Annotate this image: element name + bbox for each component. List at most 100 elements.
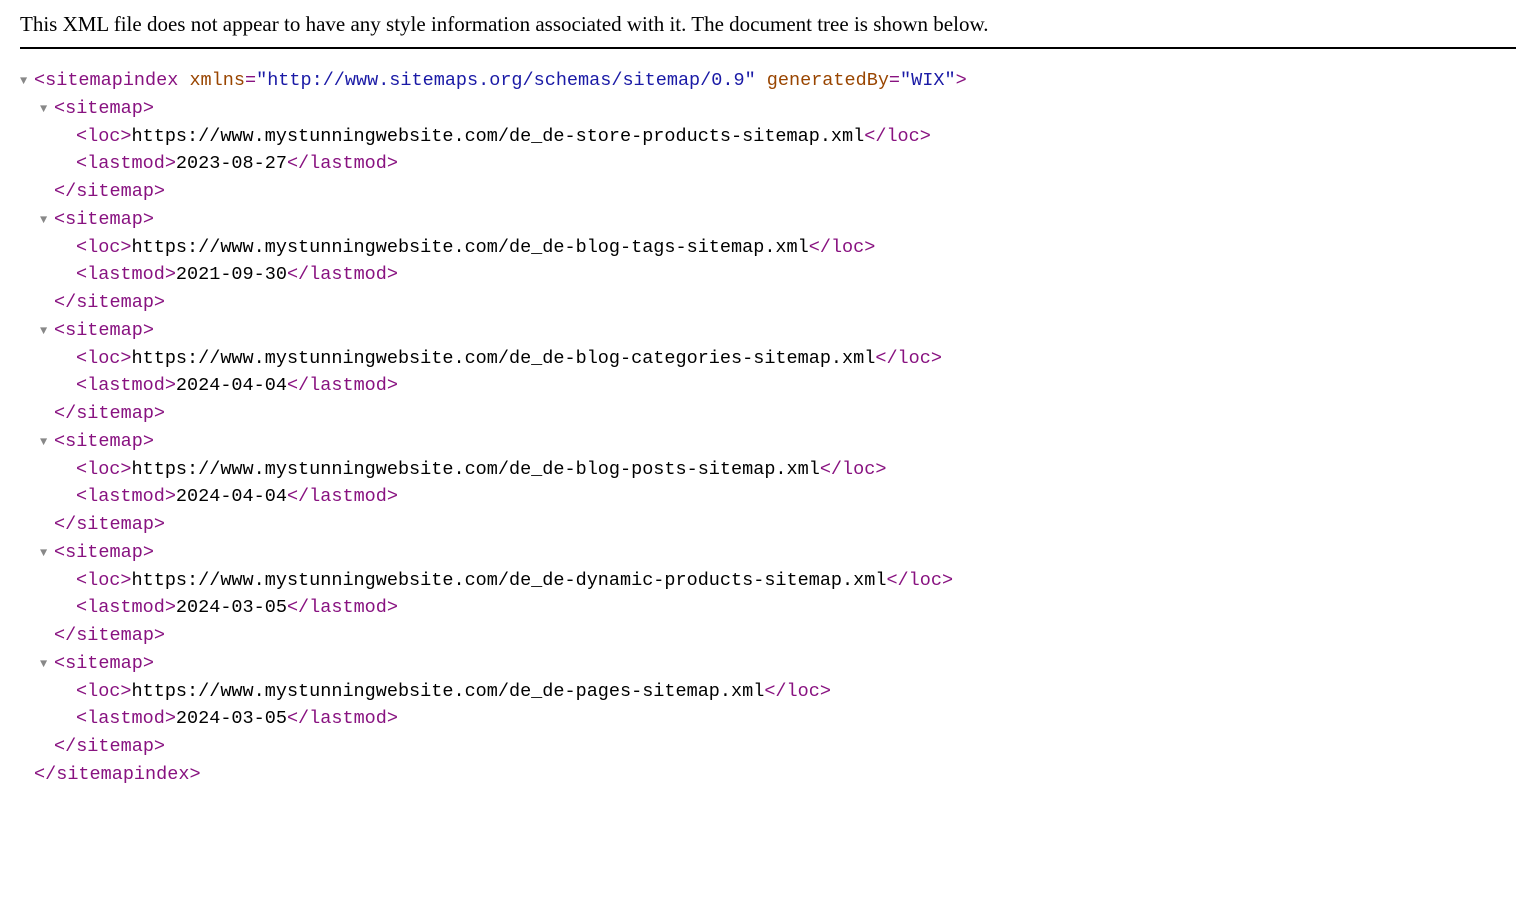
sitemap-open-tag: <sitemap> [54,653,154,674]
loc-open-tag: <loc> [76,237,132,258]
root-open-line: <sitemapindex xmlns="http://www.sitemaps… [20,67,1516,95]
lastmod-line: <lastmod>2024-03-05</lastmod> [20,705,1516,733]
sitemap-entry: <sitemap> <loc>https://www.mystunningwebs… [20,95,1516,206]
loc-open-tag: <loc> [76,570,132,591]
loc-open-tag: <loc> [76,348,132,369]
loc-value: https://www.mystunningwebsite.com/de_de-… [132,348,876,369]
sitemap-open-tag: <sitemap> [54,209,154,230]
sitemap-close-tag: </sitemap> [54,625,165,646]
lastmod-close-tag: </lastmod> [287,153,398,174]
loc-line: <loc>https://www.mystunningwebsite.com/d… [20,456,1516,484]
sitemap-close-tag: </sitemap> [54,514,165,535]
sitemap-open-line: <sitemap> [20,206,1516,234]
loc-line: <loc>https://www.mystunningwebsite.com/d… [20,678,1516,706]
sitemap-close-line: </sitemap> [20,622,1516,650]
sitemap-open-line: <sitemap> [20,317,1516,345]
loc-close-tag: </loc> [875,348,942,369]
lastmod-value: 2021-09-30 [176,264,287,285]
sitemap-entry: <sitemap> <loc>https://www.mystunningwebs… [20,206,1516,317]
lastmod-line: <lastmod>2021-09-30</lastmod> [20,261,1516,289]
lastmod-open-tag: <lastmod> [76,153,176,174]
caret-icon[interactable] [40,655,54,673]
attr-name-0: xmlns [189,70,245,91]
root-tag-name: sitemapindex [45,70,178,91]
loc-open-tag: <loc> [76,681,132,702]
quote: " [944,70,955,91]
lastmod-line: <lastmod>2023-08-27</lastmod> [20,150,1516,178]
loc-value: https://www.mystunningwebsite.com/de_de-… [132,126,865,147]
quote: " [900,70,911,91]
lastmod-value: 2024-04-04 [176,375,287,396]
root-close-tag: </ [34,764,56,785]
root-close-line: </sitemapindex> [20,761,1516,789]
lastmod-value: 2023-08-27 [176,153,287,174]
attr-value-0: http://www.sitemaps.org/schemas/sitemap/… [267,70,744,91]
sitemap-open-tag: <sitemap> [54,542,154,563]
loc-close-tag: </loc> [864,126,931,147]
root-close-end: > [189,764,200,785]
lastmod-open-tag: <lastmod> [76,597,176,618]
lastmod-open-tag: <lastmod> [76,486,176,507]
sitemap-entry: <sitemap> <loc>https://www.mystunningwebs… [20,428,1516,539]
lastmod-value: 2024-03-05 [176,708,287,729]
lastmod-close-tag: </lastmod> [287,708,398,729]
sitemap-open-line: <sitemap> [20,650,1516,678]
lastmod-open-tag: <lastmod> [76,375,176,396]
sitemap-open-line: <sitemap> [20,95,1516,123]
lastmod-line: <lastmod>2024-03-05</lastmod> [20,594,1516,622]
caret-icon[interactable] [40,433,54,451]
sitemap-close-tag: </sitemap> [54,403,165,424]
sitemap-entry: <sitemap> <loc>https://www.mystunningwebs… [20,317,1516,428]
sitemap-open-line: <sitemap> [20,428,1516,456]
root-close-name: sitemapindex [56,764,189,785]
caret-icon[interactable] [40,211,54,229]
lastmod-line: <lastmod>2024-04-04</lastmod> [20,483,1516,511]
sitemap-close-line: </sitemap> [20,733,1516,761]
loc-close-tag: </loc> [809,237,876,258]
lastmod-line: <lastmod>2024-04-04</lastmod> [20,372,1516,400]
sitemap-close-line: </sitemap> [20,178,1516,206]
sitemap-open-tag: <sitemap> [54,320,154,341]
caret-icon[interactable] [40,322,54,340]
sitemap-entry: <sitemap> <loc>https://www.mystunningwebs… [20,650,1516,761]
sitemap-open-line: <sitemap> [20,539,1516,567]
sitemap-close-tag: </sitemap> [54,292,165,313]
sitemap-open-tag: <sitemap> [54,431,154,452]
quote: " [745,70,756,91]
loc-open-tag: <loc> [76,459,132,480]
lastmod-open-tag: <lastmod> [76,708,176,729]
loc-close-tag: </loc> [820,459,887,480]
loc-value: https://www.mystunningwebsite.com/de_de-… [132,570,887,591]
loc-value: https://www.mystunningwebsite.com/de_de-… [132,237,809,258]
sitemap-open-tag: <sitemap> [54,98,154,119]
xml-tree: <sitemapindex xmlns="http://www.sitemaps… [20,67,1516,789]
quote: " [256,70,267,91]
loc-value: https://www.mystunningwebsite.com/de_de-… [132,681,765,702]
caret-icon[interactable] [40,100,54,118]
equals: = [245,70,256,91]
loc-line: <loc>https://www.mystunningwebsite.com/d… [20,234,1516,262]
sitemap-close-line: </sitemap> [20,400,1516,428]
loc-line: <loc>https://www.mystunningwebsite.com/d… [20,123,1516,151]
lastmod-value: 2024-04-04 [176,486,287,507]
loc-line: <loc>https://www.mystunningwebsite.com/d… [20,345,1516,373]
caret-icon[interactable] [20,72,34,90]
sitemap-entries: <sitemap><loc>https://www.mystunningwebs… [20,95,1516,761]
loc-value: https://www.mystunningwebsite.com/de_de-… [132,459,820,480]
attr-value-1: WIX [911,70,944,91]
root-open-bracket: < [34,70,45,91]
loc-close-tag: </loc> [886,570,953,591]
sitemap-close-line: </sitemap> [20,511,1516,539]
lastmod-close-tag: </lastmod> [287,375,398,396]
equals: = [889,70,900,91]
sitemap-close-tag: </sitemap> [54,736,165,757]
space [178,70,189,91]
space [756,70,767,91]
caret-icon[interactable] [40,544,54,562]
attr-name-1: generatedBy [767,70,889,91]
xml-no-style-notice: This XML file does not appear to have an… [20,12,1516,49]
sitemap-close-line: </sitemap> [20,289,1516,317]
lastmod-open-tag: <lastmod> [76,264,176,285]
sitemap-close-tag: </sitemap> [54,181,165,202]
root-close-bracket: > [956,70,967,91]
